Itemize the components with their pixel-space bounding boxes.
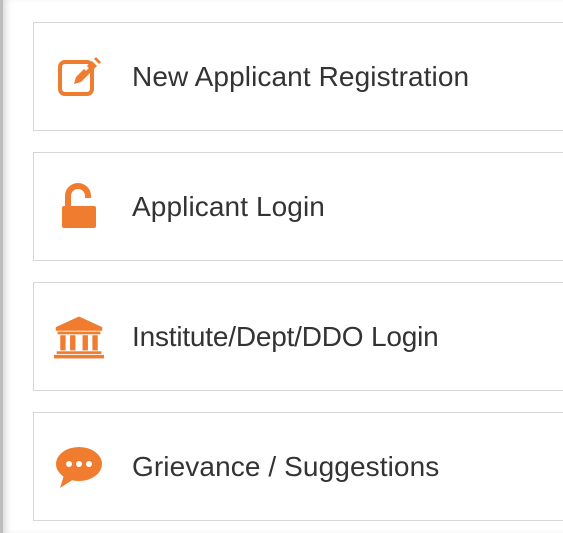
institute-dept-ddo-login-button[interactable]: Institute/Dept/DDO Login <box>33 282 563 391</box>
institution-icon <box>54 312 104 362</box>
grievance-suggestions-button[interactable]: Grievance / Suggestions <box>33 412 563 521</box>
grievance-suggestions-label: Grievance / Suggestions <box>132 450 440 482</box>
login-options-panel: New Applicant Registration Applicant Log… <box>0 0 563 533</box>
applicant-login-button[interactable]: Applicant Login <box>33 152 563 261</box>
chat-bubble-icon <box>54 442 104 492</box>
new-applicant-registration-button[interactable]: New Applicant Registration <box>33 22 563 131</box>
institute-dept-ddo-login-label: Institute/Dept/DDO Login <box>132 320 439 352</box>
unlock-icon <box>54 182 104 232</box>
edit-icon <box>54 52 104 102</box>
new-applicant-registration-label: New Applicant Registration <box>132 60 470 92</box>
applicant-login-label: Applicant Login <box>132 190 325 222</box>
